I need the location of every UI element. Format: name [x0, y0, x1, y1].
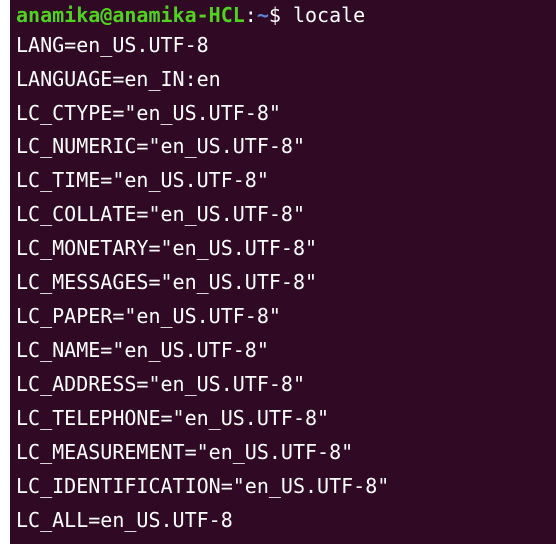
prompt-colon: :	[244, 3, 257, 27]
output-line: LC_NUMERIC="en_US.UTF-8"	[16, 134, 305, 158]
prompt-symbol: $	[268, 3, 293, 27]
output-line: LC_NAME="en_US.UTF-8"	[16, 338, 269, 362]
prompt-user-host: anamika@anamika-HCL	[16, 3, 245, 27]
output-line: LANGUAGE=en_IN:en	[16, 67, 221, 91]
output-line: LC_MONETARY="en_US.UTF-8"	[16, 236, 318, 260]
output-line: LC_ALL=en_US.UTF-8	[16, 508, 233, 532]
output-line: LC_MESSAGES="en_US.UTF-8"	[16, 270, 318, 294]
output-line: LC_TELEPHONE="en_US.UTF-8"	[16, 406, 330, 430]
output-line: LC_COLLATE="en_US.UTF-8"	[16, 202, 305, 226]
output-line: LC_ADDRESS="en_US.UTF-8"	[16, 372, 305, 396]
output-line: LANG=en_US.UTF-8	[16, 33, 209, 57]
output-line: LC_TIME="en_US.UTF-8"	[16, 168, 269, 192]
output-line: LC_CTYPE="en_US.UTF-8"	[16, 101, 281, 125]
output-line: LC_MEASUREMENT="en_US.UTF-8"	[16, 440, 354, 464]
output-line: LC_PAPER="en_US.UTF-8"	[16, 304, 281, 328]
terminal-window[interactable]: anamika@anamika-HCL:~$ locale LANG=en_US…	[10, 0, 556, 544]
prompt-line: anamika@anamika-HCL:~$ locale	[16, 0, 365, 30]
prompt-path: ~	[256, 3, 269, 27]
output-line: LC_IDENTIFICATION="en_US.UTF-8"	[16, 474, 390, 498]
command-text: locale	[292, 3, 366, 27]
